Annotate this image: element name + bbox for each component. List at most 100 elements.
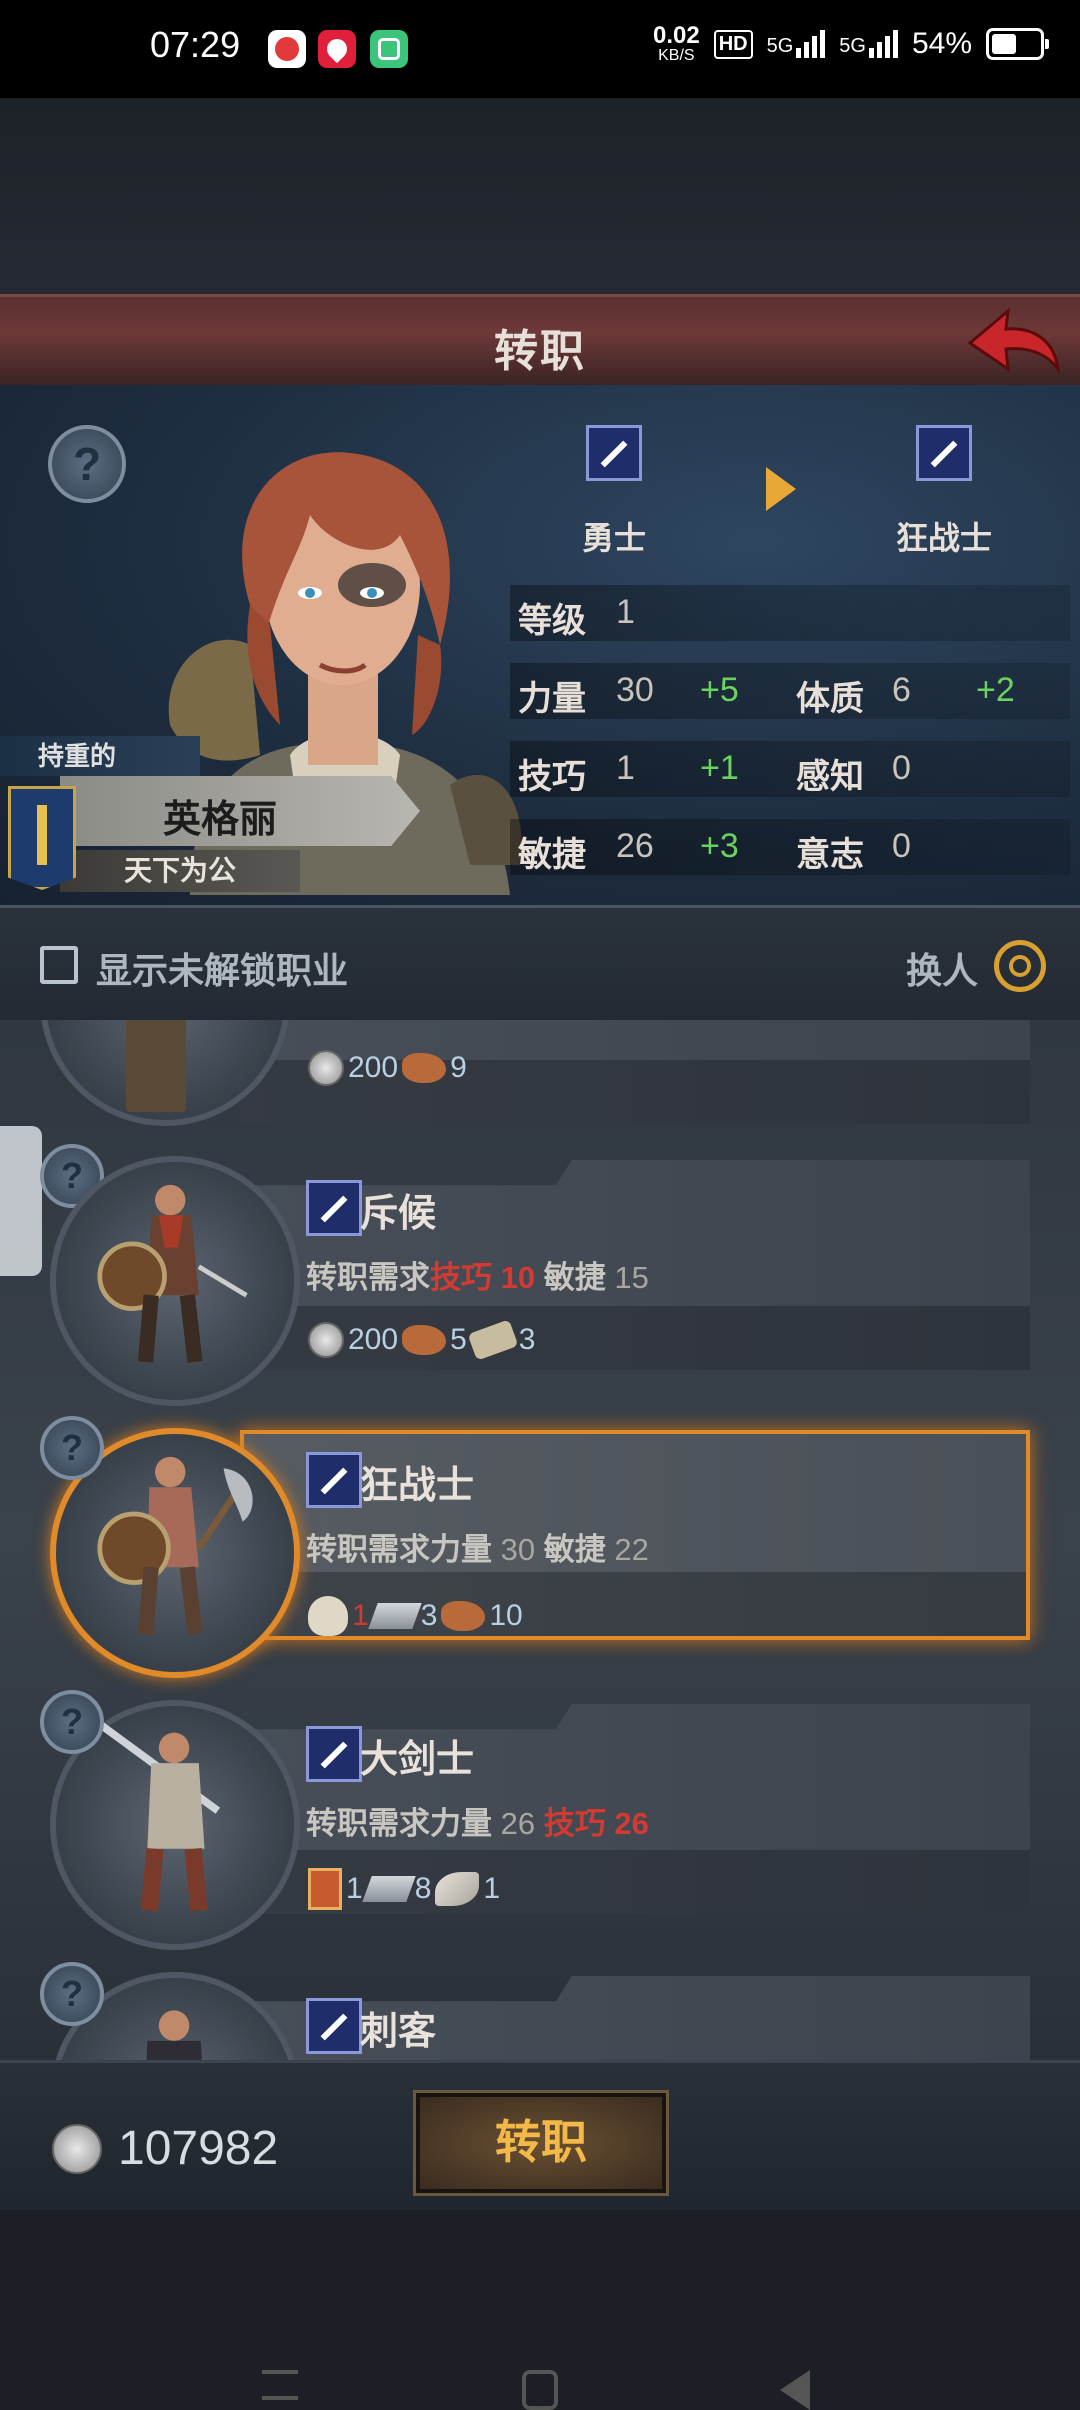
silver-coin-icon: [308, 1050, 344, 1086]
character-subtitle: 天下为公: [60, 850, 300, 892]
leather-icon: [441, 1601, 486, 1631]
medal-icon: [308, 1868, 342, 1910]
page-title: 转职: [494, 327, 586, 376]
will-label: 意志: [796, 836, 864, 874]
sword-class-icon-berserker: [306, 1452, 362, 1508]
side-drawer-handle[interactable]: [0, 1126, 42, 1276]
strength-bonus: +5: [700, 671, 739, 709]
help-icon[interactable]: ?: [48, 425, 126, 503]
swap-character-icon[interactable]: [994, 940, 1046, 992]
feather-icon: [435, 1872, 480, 1906]
req2-label: 敏捷: [543, 1260, 606, 1295]
req-prefix: 转职需求: [306, 1806, 430, 1841]
cost1: 200: [348, 1323, 399, 1356]
class-change-button[interactable]: 转职: [413, 2090, 669, 2196]
show-locked-checkbox[interactable]: [40, 946, 78, 984]
from-class-name: 勇士: [581, 520, 646, 556]
sword-class-icon-to: [916, 425, 972, 481]
title-bar: 转职: [0, 294, 1080, 388]
signal-5g-icon: 5G: [767, 30, 826, 58]
req1-label: 技巧: [430, 1260, 492, 1295]
class-name-berserker: 狂战士: [360, 1465, 475, 1507]
skill-bonus: +1: [700, 749, 739, 787]
class-name-greatsword: 大剑士: [360, 1739, 475, 1781]
cost1: 1: [352, 1599, 369, 1632]
cost-leather: 9: [450, 1051, 467, 1084]
silver-coin-icon: [308, 1322, 344, 1358]
leather-icon: [402, 1325, 447, 1355]
help-icon-assassin[interactable]: ?: [40, 1962, 104, 2026]
bottom-bar: 107982 转职: [0, 2060, 1080, 2213]
back-arrow-icon[interactable]: [962, 303, 1062, 379]
req2-value: 22: [614, 1532, 649, 1567]
constitution-value: 6: [892, 671, 911, 709]
req1-label: 力量: [430, 1806, 492, 1841]
cost2: 3: [420, 1599, 438, 1632]
back-nav-icon[interactable]: [780, 2370, 810, 2410]
sword-class-icon-greatsword: [306, 1726, 362, 1782]
agility-label: 敏捷: [518, 836, 586, 874]
skill-value: 1: [616, 749, 635, 787]
silver-coin-icon: [52, 2123, 102, 2174]
level-value: 1: [616, 593, 635, 631]
requirement-berserker: 转职需求力量 30 敏捷 22: [306, 1524, 649, 1569]
help-icon-greatsword[interactable]: ?: [40, 1690, 104, 1754]
system-nav-bar: [0, 2210, 1080, 2410]
strength-value: 30: [616, 671, 654, 709]
req2-value: 15: [614, 1260, 649, 1295]
signal-5g-icon-2: 5G: [839, 30, 898, 58]
money-display: 107982: [52, 2121, 278, 2176]
req1-label: 力量: [430, 1532, 492, 1567]
cost3: 3: [518, 1323, 536, 1356]
cost3: 1: [483, 1872, 501, 1905]
req-prefix: 转职需求: [306, 1260, 430, 1295]
stat-row-3: 敏捷 26 +3 意志 0: [510, 819, 1070, 875]
heart-app-icon: [318, 30, 356, 68]
swap-character-label[interactable]: 换人: [906, 942, 978, 994]
battery-percent: 54%: [911, 27, 972, 60]
leather-icon: [402, 1053, 447, 1083]
class-name-scout: 斥候: [360, 1193, 437, 1235]
class-name-assassin: 刺客: [360, 2011, 437, 2053]
sword-class-icon-from: [586, 425, 642, 481]
req2-value: 26: [614, 1806, 649, 1841]
battery-icon: [986, 28, 1049, 60]
cost-row-greatsword: 1 8 1: [308, 1868, 500, 1910]
stat-row-2: 技巧 1 +1 感知 0: [510, 741, 1070, 797]
requirement-scout: 转职需求技巧 10 敏捷 15: [306, 1252, 649, 1297]
requirement-greatsword: 转职需求力量 26 技巧 26: [306, 1798, 649, 1843]
cost1: 1: [346, 1872, 363, 1905]
to-class-name: 狂战士: [895, 520, 992, 556]
perception-value: 0: [892, 749, 911, 787]
cost-row-scout: 200 5 3: [308, 1319, 536, 1361]
status-bar: 07:29 0.02 KB/S HD 5G 5G 54%: [0, 0, 1080, 98]
agility-value: 26: [616, 827, 654, 865]
sword-class-icon-scout: [306, 1180, 362, 1236]
class-list[interactable]: 200 9 ? 斥候 转职需求技巧 10 敏捷 15 200 5 3 ? 狂战士…: [0, 1020, 1080, 2060]
req1-value: 26: [500, 1806, 536, 1841]
constitution-label: 体质: [796, 680, 864, 718]
trait-label: 持重的: [0, 736, 200, 776]
cost-row-partial: 200 9: [308, 1050, 467, 1086]
req2-label: 技巧: [543, 1806, 606, 1841]
name-plate: 英格丽: [60, 776, 420, 846]
scout-figure: [97, 1184, 248, 1363]
level-row: 等级 1: [510, 585, 1070, 641]
show-locked-label[interactable]: 显示未解锁职业: [96, 942, 348, 994]
cost3: 10: [489, 1599, 523, 1632]
heraldry-banner-icon: [8, 786, 76, 890]
net2-label: 5G: [839, 35, 866, 57]
net-speed-unit: KB/S: [658, 47, 695, 64]
status-right: 0.02 KB/S HD 5G 5G 54%: [652, 22, 1049, 64]
scroll-icon: [467, 1319, 519, 1361]
home-nav-icon[interactable]: [522, 2370, 558, 2410]
stat-row-1: 力量 30 +5 体质 6 +2: [510, 663, 1070, 719]
net-speed-value: 0.02: [652, 22, 700, 49]
skull-icon: [308, 1596, 348, 1636]
help-icon-berserker[interactable]: ?: [40, 1416, 104, 1480]
character-name: 英格丽: [162, 799, 277, 841]
metal-ingot-icon: [367, 1603, 422, 1629]
perception-label: 感知: [796, 758, 864, 796]
level-label: 等级: [518, 602, 586, 640]
menu-nav-icon[interactable]: [262, 2370, 298, 2400]
